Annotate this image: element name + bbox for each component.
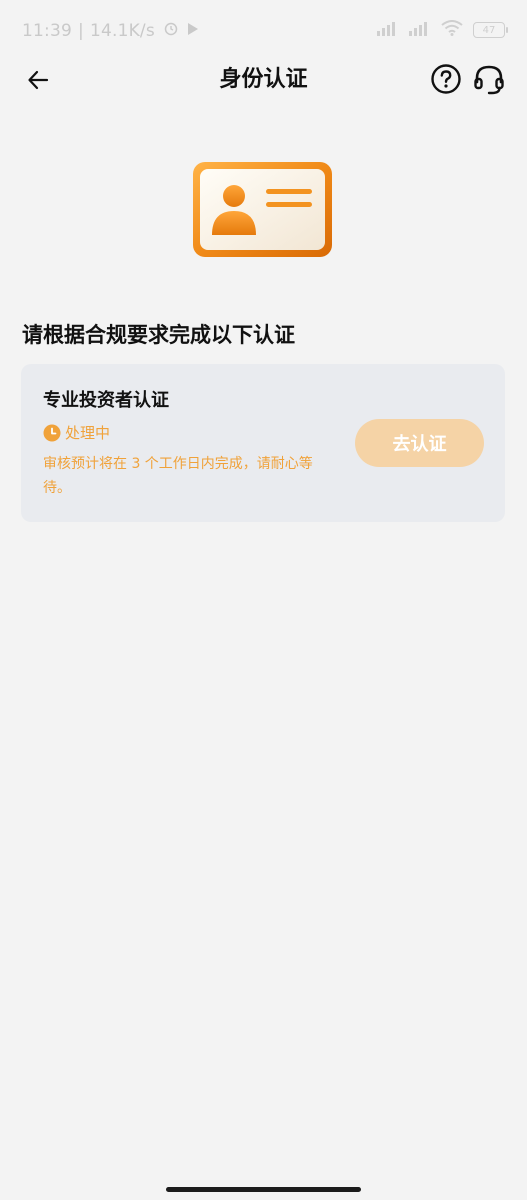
status-time: 11:39 bbox=[22, 20, 72, 41]
alarm-icon bbox=[163, 20, 179, 41]
section-heading: 请根据合规要求完成以下认证 bbox=[22, 323, 295, 347]
status-right: 47 bbox=[377, 20, 508, 40]
home-indicator[interactable] bbox=[166, 1187, 361, 1192]
status-bar: 11:39 | 14.1K/s 47 bbox=[0, 0, 527, 62]
headset-icon bbox=[474, 65, 504, 95]
clock-icon bbox=[43, 424, 61, 442]
certification-title: 专业投资者认证 bbox=[43, 390, 169, 411]
status-separator: | bbox=[78, 20, 84, 41]
battery-level: 47 bbox=[482, 24, 496, 36]
status-speed: 14.1K/s bbox=[89, 20, 155, 41]
certification-card: 专业投资者认证 处理中 审核预计将在 3 个工作日内完成，请耐心等待。 去认证 bbox=[21, 364, 505, 522]
wifi-icon bbox=[441, 20, 463, 40]
status-text: 处理中 bbox=[65, 424, 111, 442]
id-card-icon bbox=[193, 162, 332, 257]
play-icon bbox=[187, 21, 199, 41]
go-certify-button[interactable]: 去认证 bbox=[355, 419, 484, 467]
signal-icon bbox=[409, 21, 431, 40]
id-card-illustration bbox=[192, 161, 333, 258]
status-left: 11:39 | 14.1K/s bbox=[22, 20, 199, 41]
nav-bar: 身份认证 bbox=[0, 58, 527, 102]
status-description: 审核预计将在 3 个工作日内完成，请耐心等待。 bbox=[43, 456, 313, 496]
status-row: 处理中 bbox=[43, 422, 110, 444]
battery-icon: 47 bbox=[473, 22, 508, 38]
help-button[interactable] bbox=[430, 63, 462, 95]
signal-icon bbox=[377, 21, 399, 40]
customer-service-button[interactable] bbox=[472, 63, 506, 97]
question-circle-icon bbox=[431, 64, 461, 94]
